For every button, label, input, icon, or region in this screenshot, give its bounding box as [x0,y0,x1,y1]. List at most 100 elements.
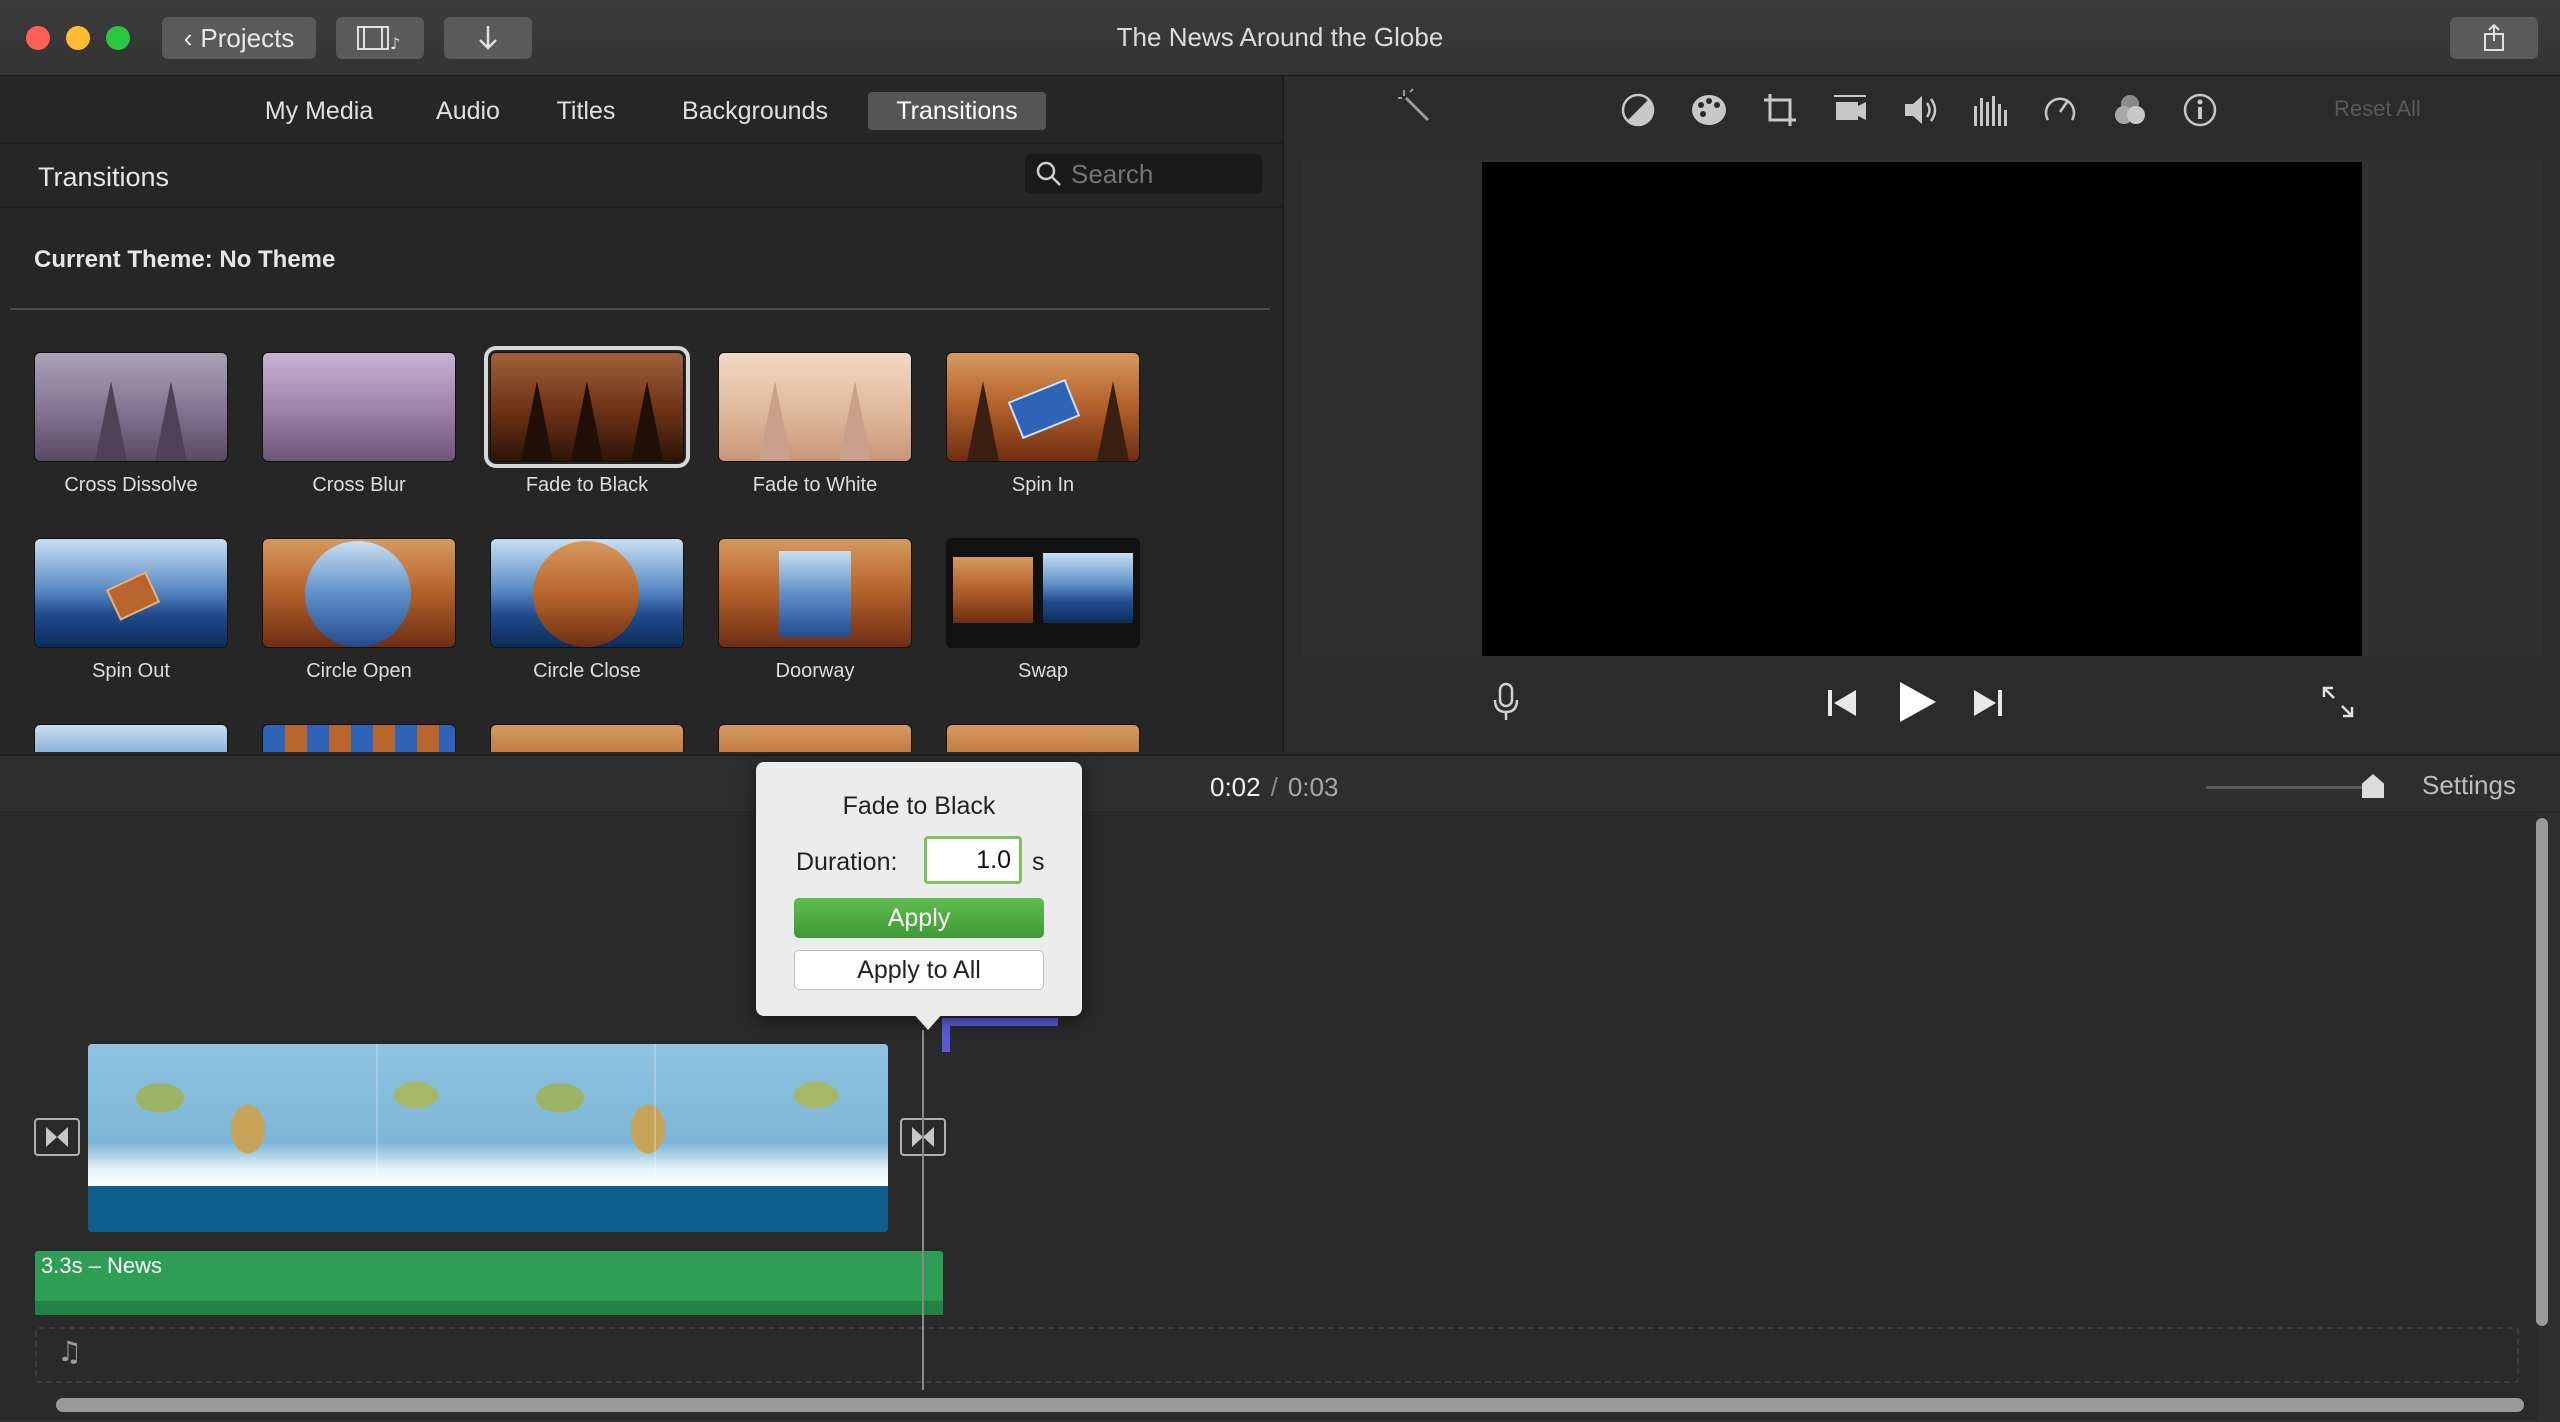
thumbnail [490,538,684,648]
vertical-scrollbar[interactable] [2536,818,2548,1326]
transition-label: Swap [1017,660,1069,682]
transition-duration-popover: Fade to Black Duration: s Apply Apply to… [756,762,1082,1016]
video-preview[interactable] [1482,162,2362,656]
thumbnail [34,538,228,648]
transition-cross-blur[interactable]: Cross Blur [262,352,456,497]
play-icon[interactable] [1898,680,1938,724]
popover-arrow [912,1012,944,1030]
transition-label: Doorway [775,660,855,682]
video-clip-world-map[interactable] [88,1044,888,1232]
search-input[interactable] [1069,156,1253,192]
zoom-slider-track[interactable] [2206,786,2376,789]
browser-tabs: My Media Audio Titles Backgrounds Transi… [0,76,1282,144]
tab-backgrounds[interactable]: Backgrounds [660,92,850,130]
transition-start-icon[interactable] [34,1118,80,1156]
transition-circle-open[interactable]: Circle Open [262,538,456,683]
skip-forward-icon[interactable] [1972,688,2004,718]
transition-label: Cross Dissolve [64,474,198,496]
transition-spin-in[interactable]: Spin In [946,352,1140,497]
title-bar: ‹ Projects ♪ The News Around the Globe [0,0,2560,76]
reset-all-button[interactable]: Reset All [2334,96,2421,122]
thumbnail[interactable] [718,724,912,752]
music-lane[interactable]: ♫ [35,1327,2519,1383]
music-note-icon: ♫ [57,1335,83,1368]
thumbnail[interactable] [946,724,1140,752]
speed-gauge-icon[interactable] [2042,92,2078,128]
thumbnail[interactable] [490,724,684,752]
window-title: The News Around the Globe [1116,22,1444,52]
selection-marker [942,1018,1058,1026]
total-time: 0:03 [1287,772,1339,802]
media-browser: My Media Audio Titles Backgrounds Transi… [0,76,1284,752]
apply-to-all-button[interactable]: Apply to All [794,950,1044,990]
transition-label: Spin In [1011,474,1075,496]
transition-spin-out[interactable]: Spin Out [34,538,228,683]
frame-divider [376,1044,378,1186]
magic-wand-icon[interactable] [1396,88,1436,128]
transition-label: Fade to Black [525,474,649,496]
skip-back-icon[interactable] [1826,688,1858,718]
zoom-slider-knob[interactable] [2362,774,2384,798]
duration-label: Duration: [796,848,898,876]
share-icon [2484,23,2504,51]
audio-clip-label: 3.3s – News [41,1253,163,1278]
transition-fade-to-black[interactable]: Fade to Black [484,346,690,497]
microphone-icon[interactable] [1492,682,1520,722]
thumbnail[interactable] [34,724,228,752]
settings-button[interactable]: Settings [2422,770,2516,801]
thumbnail[interactable] [262,724,456,752]
search-icon [1036,161,1061,186]
duration-unit: s [1032,848,1045,876]
tab-my-media[interactable]: My Media [248,92,390,130]
apply-button[interactable]: Apply [794,898,1044,938]
tab-transitions[interactable]: Transitions [868,92,1046,130]
transition-fade-to-white[interactable]: Fade to White [718,352,912,497]
clip-filter-icon[interactable] [2112,92,2148,128]
transition-circle-close[interactable]: Circle Close [490,538,684,683]
fullscreen-icon[interactable] [2320,684,2356,720]
timeline-header: 0:02 / 0:03 Settings [0,756,2560,813]
tab-titles[interactable]: Titles [540,92,632,130]
stabilization-camera-icon[interactable] [1832,92,1868,128]
duration-field[interactable] [924,836,1022,884]
clip-audio-strip [88,1186,888,1232]
tab-audio[interactable]: Audio [418,92,518,130]
time-separator: / [1270,772,1278,802]
frame-divider [654,1044,656,1186]
color-balance-icon[interactable] [1620,92,1656,128]
crop-icon[interactable] [1762,92,1798,128]
thumbnail [484,346,690,468]
bowtie-transition-icon [46,1127,68,1147]
thumbnail [718,538,912,648]
more-transitions-row [0,724,1280,752]
transition-cross-dissolve[interactable]: Cross Dissolve [34,352,228,497]
horizontal-scrollbar[interactable] [56,1398,2524,1412]
clip-filmstrip [88,1044,888,1186]
thumbnail [262,352,456,462]
transition-doorway[interactable]: Doorway [718,538,912,683]
current-theme-label: Current Theme: No Theme [34,246,336,273]
transition-label: Circle Close [533,660,641,682]
current-time: 0:02 [1210,772,1261,802]
audio-clip[interactable]: 3.3s – News [35,1251,943,1315]
timecode: 0:02 / 0:03 [1210,772,1338,803]
volume-icon[interactable] [1902,92,1940,128]
popover-title: Fade to Black [842,792,996,820]
divider [10,308,1270,310]
thumbnail [262,538,456,648]
section-header: Transitions [0,144,1282,208]
transition-label: Spin Out [92,660,170,682]
transition-swap[interactable]: Swap [946,538,1140,683]
info-icon[interactable] [2182,92,2218,128]
transition-label: Circle Open [306,660,412,682]
search-field[interactable] [1025,154,1262,194]
share-button[interactable] [2450,17,2538,59]
equalizer-icon[interactable] [1972,92,2008,128]
transition-label: Fade to White [752,474,878,496]
section-title: Transitions [38,162,170,192]
transition-label: Cross Blur [312,474,406,496]
thumbnail [718,352,912,462]
color-palette-icon[interactable] [1690,92,1728,128]
playhead[interactable] [922,1030,924,1390]
thumbnail [34,352,228,462]
